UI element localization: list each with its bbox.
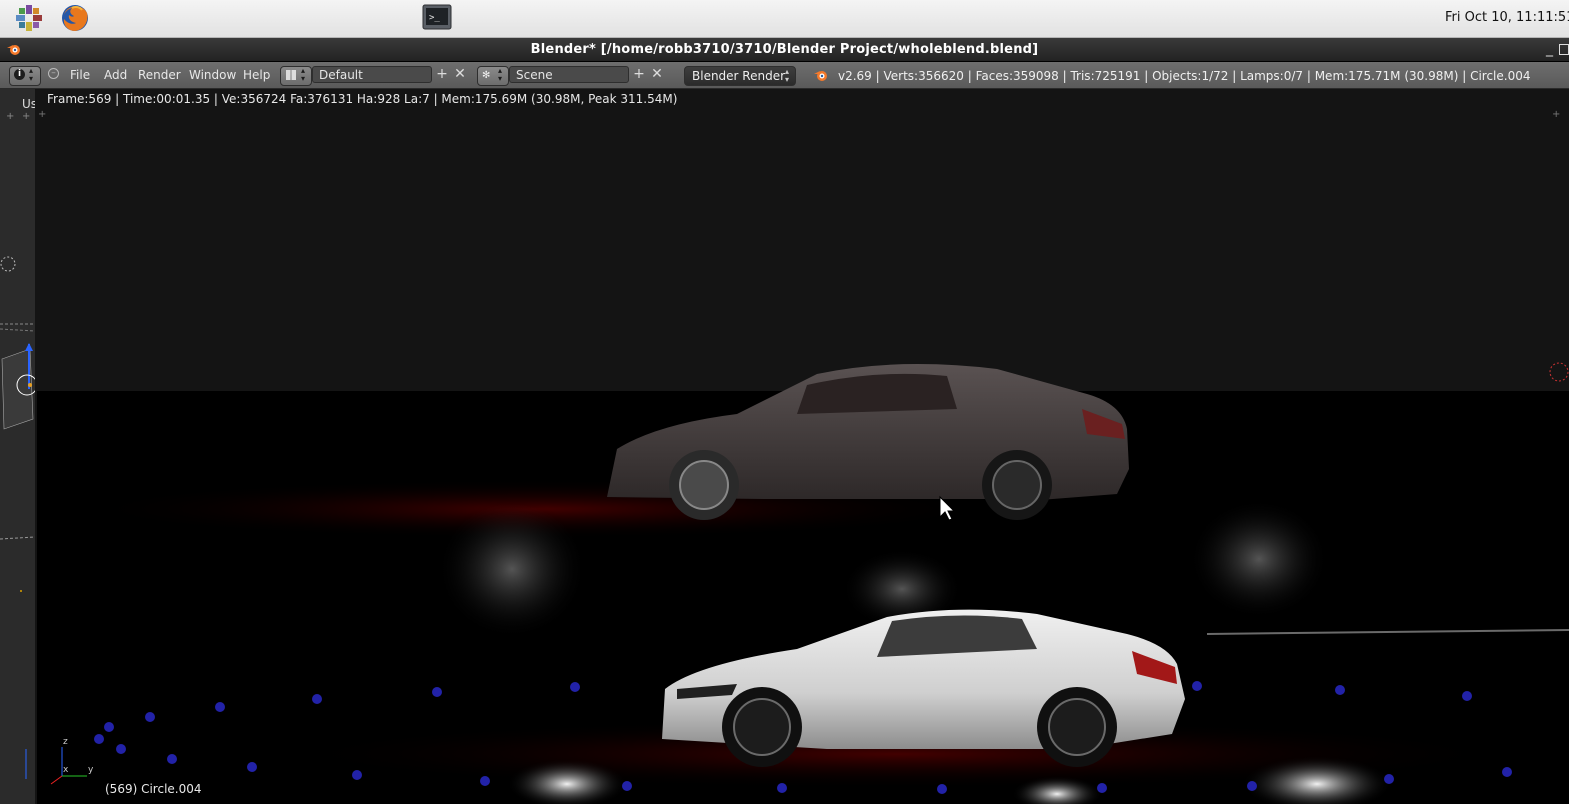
region-plus-icon[interactable]: + — [38, 109, 46, 120]
blender-logo-icon — [813, 68, 829, 85]
editor-type-button[interactable]: i ▴ ▾ — [9, 66, 41, 86]
scene-browse-button[interactable]: ✻ ▴ ▾ — [477, 66, 509, 86]
applications-menu-icon[interactable] — [14, 3, 44, 33]
scene-icon: ✻ — [482, 70, 491, 81]
screen-layout-browse-button[interactable]: ▴ ▾ — [280, 66, 312, 86]
region-plus-icon[interactable]: + — [1552, 109, 1560, 120]
menu-file[interactable]: File — [70, 68, 90, 82]
layout-grid-icon — [286, 70, 296, 80]
desktop-panel: >_ Fri Oct 10, 11:11:51 — [0, 0, 1569, 38]
wireframe-preview — [0, 256, 35, 779]
axis-z-label: z — [63, 737, 68, 747]
minimize-icon[interactable]: _ — [1546, 41, 1553, 57]
axis-x-label: x — [63, 765, 69, 775]
maximize-icon[interactable] — [1559, 44, 1569, 55]
firefox-icon[interactable] — [60, 3, 90, 33]
delete-layout-icon[interactable]: ✕ — [452, 66, 468, 83]
render-info-text: Frame:569 | Time:00:01.35 | Ve:356724 Fa… — [47, 92, 678, 106]
scene-statistics: v2.69 | Verts:356620 | Faces:359098 | Tr… — [838, 69, 1531, 83]
menu-help[interactable]: Help — [243, 68, 270, 82]
render-engine-dropdown[interactable]: Blender Render ▴ ▾ — [684, 66, 796, 86]
lower-car — [662, 609, 1185, 767]
menu-render[interactable]: Render — [138, 68, 181, 82]
updown-arrows-icon: ▴ ▾ — [29, 66, 34, 83]
axis-y-label: y — [88, 765, 94, 775]
render-view[interactable]: z x y + + Frame:569 | Time:00:01.35 | Ve… — [37, 89, 1569, 804]
active-object-label: (569) Circle.004 — [105, 782, 202, 796]
add-layout-icon[interactable]: + — [434, 66, 450, 83]
updown-arrows-icon: ▴ ▾ — [785, 67, 790, 84]
left-3d-view-panel[interactable]: Us + + — [0, 89, 37, 804]
menu-add[interactable]: Add — [104, 68, 127, 82]
delete-scene-icon[interactable]: ✕ — [649, 66, 665, 83]
collapse-menu-icon[interactable]: – — [48, 68, 59, 79]
info-header: i ▴ ▾ – File Add Render Window Help ▴ ▾ De… — [0, 62, 1569, 89]
axis-widget — [50, 747, 87, 785]
scene-field[interactable]: Scene — [509, 66, 629, 83]
clock[interactable]: Fri Oct 10, 11:11:51 — [1445, 10, 1569, 25]
render-image — [37, 89, 1569, 804]
updown-arrows-icon: ▴ ▾ — [498, 66, 503, 83]
screen-layout-field[interactable]: Default — [312, 66, 432, 83]
menu-window[interactable]: Window — [189, 68, 236, 82]
window-title: Blender* [/home/robb3710/3710/Blender Pr… — [530, 42, 1039, 57]
info-icon: i — [14, 69, 25, 80]
window-titlebar[interactable]: Blender* [/home/robb3710/3710/Blender Pr… — [0, 38, 1569, 61]
updown-arrows-icon: ▴ ▾ — [301, 66, 306, 83]
svg-text:>_: >_ — [429, 13, 440, 23]
terminal-icon[interactable]: >_ — [422, 4, 452, 34]
add-scene-icon[interactable]: + — [631, 66, 647, 83]
render-engine-label: Blender Render — [692, 69, 786, 83]
